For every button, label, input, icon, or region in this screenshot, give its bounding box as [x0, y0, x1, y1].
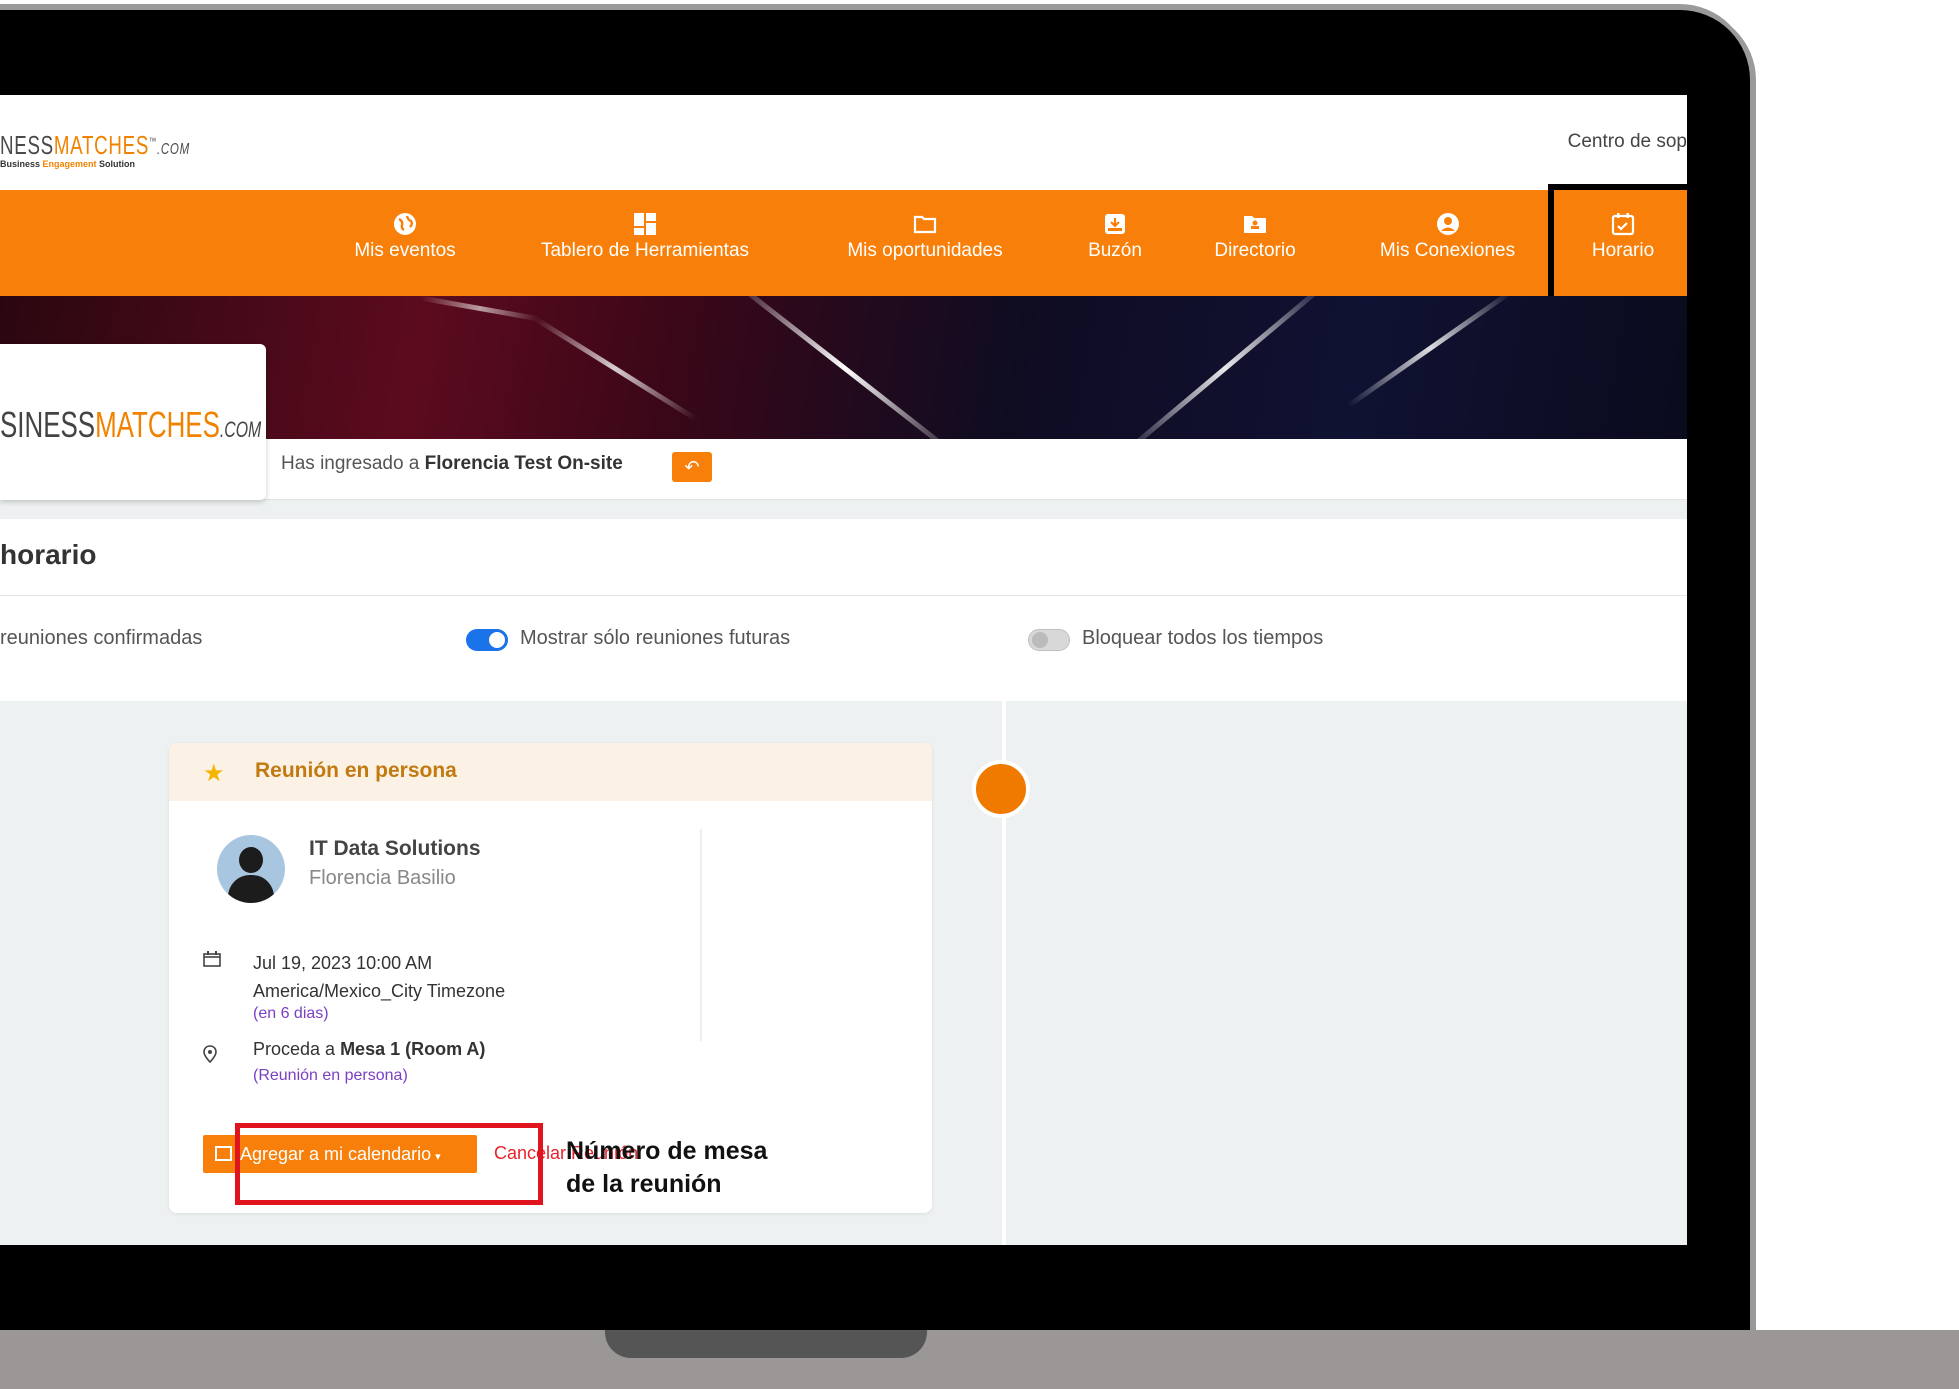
logo-com: .COM	[156, 141, 190, 158]
location-type: (Reunión en persona)	[253, 1067, 408, 1084]
app-logo[interactable]: NESSMATCHES™.COM Business Engagement Sol…	[0, 130, 264, 169]
location-table: Mesa 1 (Room A)	[340, 1039, 486, 1059]
nav-label: Buzón	[1088, 240, 1142, 261]
contact-name: Florencia Basilio	[309, 867, 456, 889]
schedule-panel: horario reuniones confirmadas Mostrar só…	[0, 519, 1687, 701]
undo-arrow-icon: ↶	[684, 457, 700, 477]
nav-mis-oportunidades[interactable]: Mis oportunidades	[830, 190, 1020, 296]
nav-label: Directorio	[1214, 240, 1296, 261]
laptop-notch	[605, 1330, 927, 1358]
logo-tm: ™	[149, 136, 157, 148]
company-name[interactable]: IT Data Solutions	[309, 837, 481, 861]
meeting-card-header: ★ Reunión en persona	[169, 743, 932, 801]
annotation-line-1: Número de mesa	[566, 1137, 768, 1165]
event-name: Florencia Test On-site	[424, 453, 623, 474]
dashboard-icon	[634, 213, 656, 235]
calendar-icon	[203, 951, 221, 967]
app-screen: NESSMATCHES™.COM Business Engagement Sol…	[0, 95, 1687, 1245]
nav-label: Horario	[1591, 240, 1655, 261]
block-times-label: Bloquear todos los tiempos	[1082, 627, 1324, 649]
timeline-dot	[972, 760, 1030, 818]
calendar-check-icon	[1611, 213, 1635, 236]
top-header: NESSMATCHES™.COM Business Engagement Sol…	[0, 95, 1687, 190]
nav-directorio[interactable]: Directorio	[1200, 190, 1310, 296]
laptop-base	[0, 1330, 1959, 1389]
future-meetings-toggle[interactable]	[466, 629, 508, 651]
nav-mis-eventos[interactable]: Mis eventos	[340, 190, 470, 296]
globe-icon	[394, 213, 416, 235]
nav-label: Tablero de Herramientas	[540, 240, 750, 261]
logo-text-right: MATCHES	[53, 130, 150, 160]
switch-event-button[interactable]: ↶	[672, 452, 712, 482]
directory-icon	[1244, 216, 1266, 233]
main-nav: Mis eventos Tablero de Herramientas Mis …	[0, 184, 1687, 302]
logo-text-left: NESS	[0, 130, 54, 160]
event-logo-com: .COM	[219, 417, 262, 442]
entered-prefix: Has ingresado a	[281, 453, 425, 474]
confirmed-meetings-option[interactable]: reuniones confirmadas	[0, 627, 202, 650]
event-logo-right: MATCHES	[95, 404, 220, 445]
meeting-type-label: Reunión en persona	[255, 759, 457, 782]
nav-mis-conexiones[interactable]: Mis Conexiones	[1365, 190, 1530, 296]
table-number-highlight	[235, 1123, 543, 1205]
star-icon: ★	[203, 760, 225, 787]
event-logo-left: SINESS	[0, 404, 96, 445]
nav-label: Mis eventos	[354, 240, 456, 261]
meeting-relative-time: (en 6 dias)	[253, 1005, 329, 1022]
map-pin-icon	[203, 1045, 217, 1063]
block-times-toggle[interactable]	[1028, 629, 1070, 651]
nav-label: Mis Conexiones	[1379, 240, 1516, 261]
meeting-location: Proceda a Mesa 1 (Room A)	[253, 1039, 485, 1060]
event-logo-card: SINESSMATCHES.COM	[0, 344, 266, 500]
nav-buzon[interactable]: Buzón	[1075, 190, 1155, 296]
future-meetings-label: Mostrar sólo reuniones futuras	[520, 627, 791, 649]
nav-label: Mis oportunidades	[847, 240, 1003, 261]
user-circle-icon	[1436, 213, 1459, 235]
meeting-datetime: Jul 19, 2023 10:00 AM America/Mexico_City…	[253, 949, 505, 1005]
table-number-annotation: Número de mesa de la reunión	[566, 1135, 767, 1201]
event-logo: SINESSMATCHES.COM	[0, 404, 261, 446]
folder-icon	[913, 215, 937, 234]
divider	[0, 595, 1687, 596]
meeting-timezone: America/Mexico_City Timezone	[253, 981, 506, 1001]
meeting-date: Jul 19, 2023 10:00 AM	[253, 953, 433, 973]
avatar[interactable]	[217, 835, 285, 903]
schedule-title: horario	[0, 539, 97, 570]
calendar-icon	[215, 1146, 232, 1161]
nav-horario[interactable]: Horario	[1548, 184, 1687, 302]
annotation-line-2: de la reunión	[566, 1170, 722, 1198]
location-prefix: Proceda a	[253, 1039, 341, 1059]
nav-tablero[interactable]: Tablero de Herramientas	[520, 190, 770, 296]
support-center-link[interactable]: Centro de sop	[1568, 131, 1687, 153]
entered-event-text: Has ingresado a Florencia Test On-site	[281, 453, 623, 475]
inbox-icon	[1105, 214, 1125, 234]
divider	[700, 829, 702, 1041]
